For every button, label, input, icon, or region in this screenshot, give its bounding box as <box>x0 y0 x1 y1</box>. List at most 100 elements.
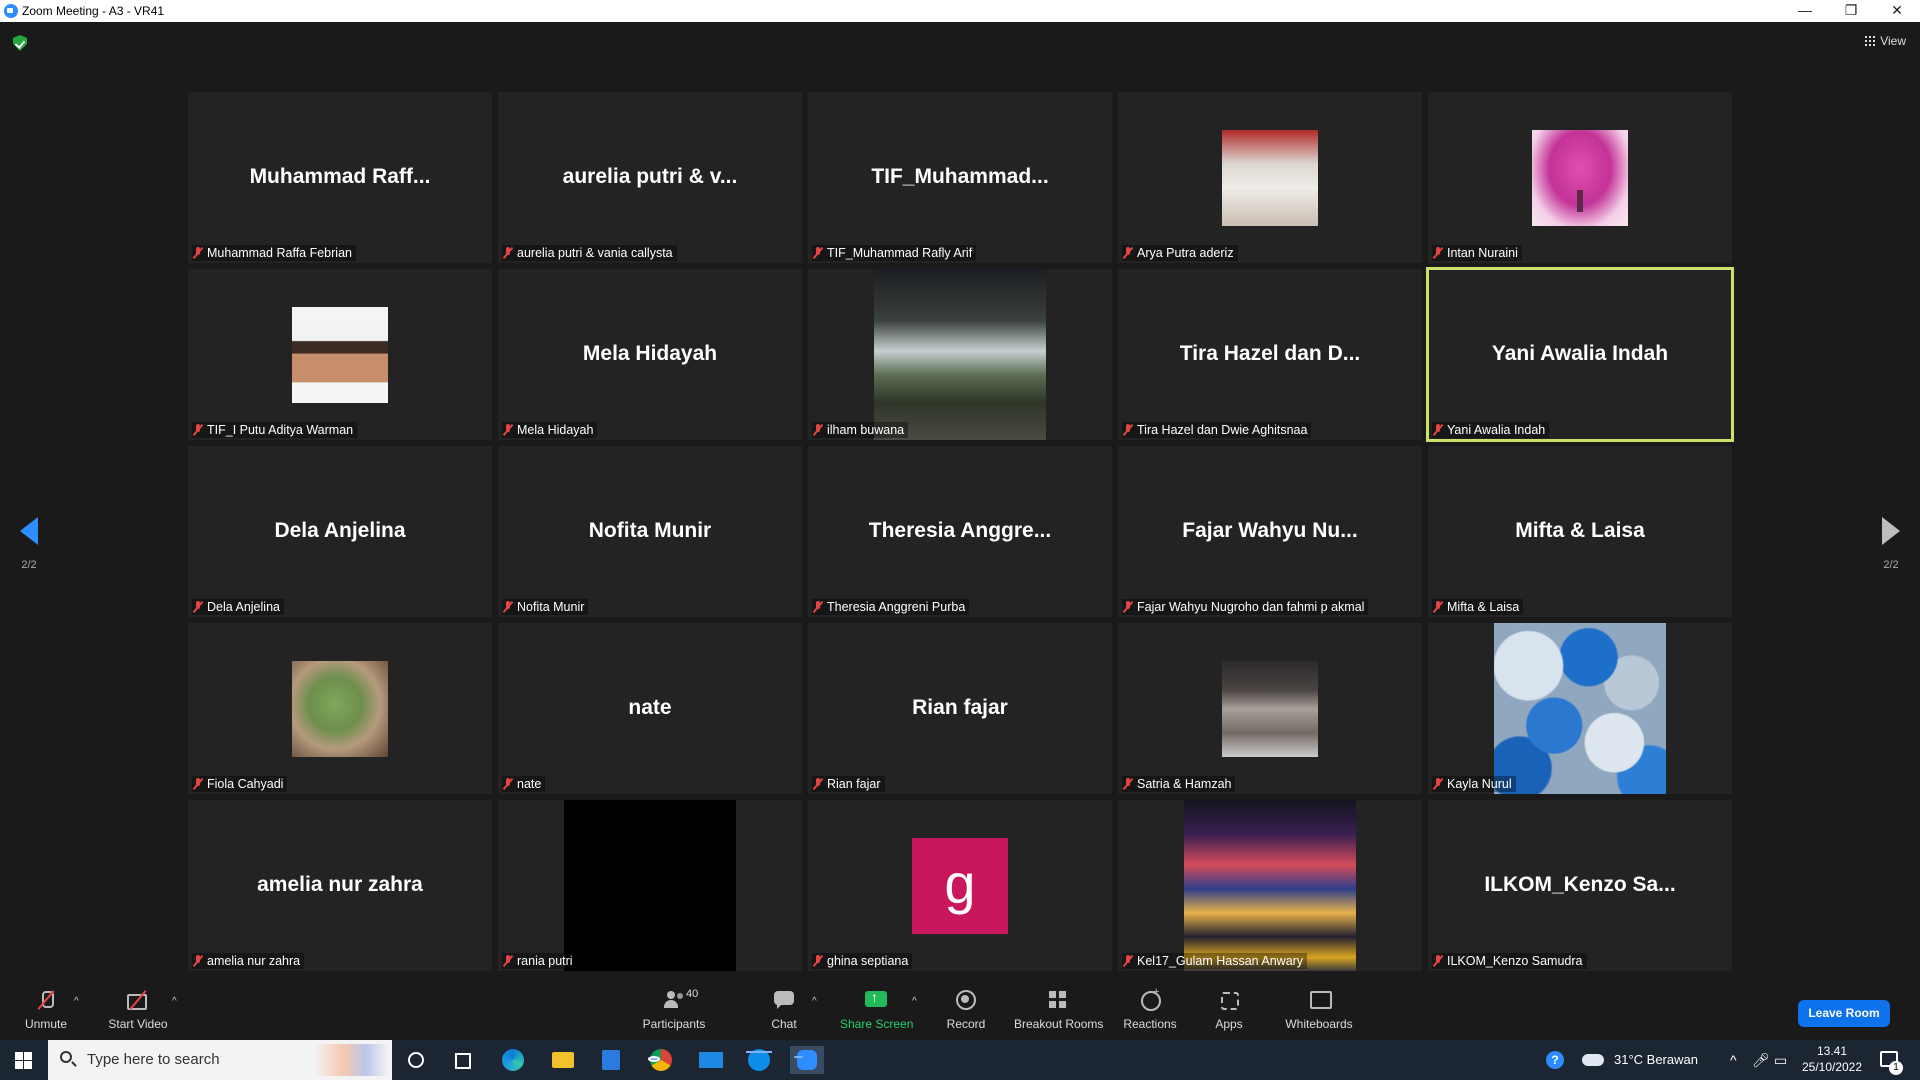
help-icon[interactable]: ? <box>1546 1051 1564 1069</box>
participant-display-name: ILKOM_Kenzo Sa... <box>1484 873 1676 896</box>
participant-tile[interactable]: Muhammad Raff... Muhammad Raffa Febrian <box>188 92 492 263</box>
next-page-button[interactable]: 2/2 <box>1871 517 1911 571</box>
participant-name-label: amelia nur zahra <box>192 953 305 969</box>
participant-tile[interactable]: Fajar Wahyu Nu... Fajar Wahyu Nugroho dan… <box>1118 446 1422 617</box>
share-screen-icon <box>864 989 888 1010</box>
participant-tile[interactable]: Kayla Nurul <box>1428 623 1732 794</box>
participant-tile[interactable]: Tira Hazel dan D... Tira Hazel dan Dwie A… <box>1118 269 1422 440</box>
apps-button[interactable]: Apps <box>1214 990 1244 1031</box>
apps-icon <box>1217 990 1241 1010</box>
breakout-rooms-button[interactable]: Breakout Rooms <box>1014 990 1103 1031</box>
leave-room-button[interactable]: Leave Room <box>1798 1000 1890 1027</box>
mail-icon[interactable] <box>694 1046 728 1074</box>
maximize-button[interactable]: ❐ <box>1828 0 1874 22</box>
record-button[interactable]: Record <box>944 990 988 1031</box>
mic-muted-icon <box>1123 778 1133 790</box>
video-off-icon <box>126 990 150 1010</box>
participant-tile[interactable]: TIF_I Putu Aditya Warman <box>188 269 492 440</box>
participant-tile[interactable]: TIF_Muhammad... TIF_Muhammad Rafly Arif <box>808 92 1112 263</box>
participant-tile[interactable]: rania putri <box>498 800 802 971</box>
minimize-button[interactable]: — <box>1782 0 1828 22</box>
meeting-toolbar: Unmute ^ Start Video ^ 40 Participants C… <box>0 982 1920 1040</box>
arrow-left-icon <box>20 517 38 545</box>
security-shield-icon[interactable] <box>13 35 27 51</box>
chat-icon <box>772 990 796 1010</box>
participant-tile[interactable]: Nofita Munir Nofita Munir <box>498 446 802 617</box>
meeting-area: View 2/2 2/2 Muhammad Raff... Muhammad Ra… <box>0 22 1920 982</box>
participant-tile[interactable]: nate nate <box>498 623 802 794</box>
previous-page-button[interactable]: 2/2 <box>9 517 49 571</box>
microphone-tray-icon[interactable]: 🎤︎ <box>1752 1040 1770 1080</box>
store-icon[interactable] <box>594 1046 628 1074</box>
chat-button[interactable]: Chat <box>770 990 798 1031</box>
participant-name: ILKOM_Kenzo Samudra <box>1447 954 1583 968</box>
participant-name-label: ILKOM_Kenzo Samudra <box>1432 953 1587 969</box>
participant-name-label: nate <box>502 776 546 792</box>
weather-text[interactable]: 31°C Berawan <box>1614 1040 1698 1080</box>
participant-tile[interactable]: Mifta & Laisa Mifta & Laisa <box>1428 446 1732 617</box>
participant-name: Intan Nuraini <box>1447 246 1518 260</box>
participant-name: Dela Anjelina <box>207 600 280 614</box>
network-tray-icon[interactable]: ▭ <box>1774 1040 1787 1080</box>
participant-display-name: aurelia putri & v... <box>562 165 738 188</box>
teamviewer-icon[interactable] <box>742 1046 776 1074</box>
mic-muted-icon <box>193 247 203 259</box>
participant-tile[interactable]: Arya Putra aderiz <box>1118 92 1422 263</box>
participant-tile[interactable]: amelia nur zahra amelia nur zahra <box>188 800 492 971</box>
participant-tile[interactable]: Theresia Anggre... Theresia Anggreni Purb… <box>808 446 1112 617</box>
share-options-caret[interactable]: ^ <box>912 996 917 1007</box>
share-screen-button[interactable]: Share Screen <box>840 989 913 1031</box>
participant-tile[interactable]: ILKOM_Kenzo Sa... ILKOM_Kenzo Samudra <box>1428 800 1732 971</box>
taskbar-clock[interactable]: 13.41 25/10/2022 <box>1800 1043 1864 1075</box>
participant-tile[interactable]: ilham buwana <box>808 269 1112 440</box>
arrow-right-icon <box>1882 517 1900 545</box>
whiteboards-button[interactable]: Whiteboards <box>1284 990 1354 1031</box>
participant-tile[interactable]: Mela Hidayah Mela Hidayah <box>498 269 802 440</box>
view-button[interactable]: View <box>1865 34 1906 48</box>
mic-muted-icon <box>1123 424 1133 436</box>
grid-view-icon <box>1865 36 1876 46</box>
mic-muted-icon <box>1433 424 1443 436</box>
participant-tile[interactable]: Dela Anjelina Dela Anjelina <box>188 446 492 617</box>
video-options-caret[interactable]: ^ <box>172 996 177 1007</box>
whiteboards-label: Whiteboards <box>1285 1017 1353 1031</box>
participant-tile[interactable]: Kel17_Gulam Hassan Anwary <box>1118 800 1422 971</box>
participant-name-label: ilham buwana <box>812 422 909 438</box>
start-video-label: Start Video <box>108 1017 168 1031</box>
mic-muted-icon <box>813 601 823 613</box>
taskbar-search-box[interactable]: Type here to search <box>48 1040 392 1080</box>
start-video-button[interactable]: Start Video <box>106 990 170 1031</box>
tray-overflow-chevron[interactable]: ^ <box>1730 1040 1737 1080</box>
mic-muted-icon <box>193 778 203 790</box>
participant-name: Tira Hazel dan Dwie Aghitsnaa <box>1137 423 1308 437</box>
participant-video <box>1494 623 1666 794</box>
participant-tile[interactable]: g ghina septiana <box>808 800 1112 971</box>
close-button[interactable]: ✕ <box>1874 0 1920 22</box>
participant-tile[interactable]: Intan Nuraini <box>1428 92 1732 263</box>
participant-tile[interactable]: Yani Awalia Indah Yani Awalia Indah <box>1426 267 1734 442</box>
view-label: View <box>1880 34 1906 48</box>
chat-options-caret[interactable]: ^ <box>812 996 817 1007</box>
unmute-button[interactable]: Unmute <box>22 990 70 1031</box>
audio-options-caret[interactable]: ^ <box>74 996 79 1007</box>
chrome-icon[interactable] <box>644 1046 678 1074</box>
task-view-icon[interactable] <box>446 1046 480 1074</box>
participants-button[interactable]: 40 Participants <box>640 988 708 1031</box>
reactions-button[interactable]: Reactions <box>1122 986 1178 1031</box>
participant-tile[interactable]: Fiola Cahyadi <box>188 623 492 794</box>
cortana-icon[interactable] <box>408 1052 424 1068</box>
zoom-icon[interactable] <box>790 1046 824 1074</box>
edge-icon[interactable] <box>496 1046 530 1074</box>
participant-tile[interactable]: Satria & Hamzah <box>1118 623 1422 794</box>
participant-tile[interactable]: aurelia putri & v... aurelia putri & vani… <box>498 92 802 263</box>
participant-video <box>292 661 388 757</box>
record-label: Record <box>946 1017 986 1031</box>
participant-name-label: Yani Awalia Indah <box>1432 422 1550 438</box>
mic-muted-icon <box>1123 247 1133 259</box>
windows-start-icon[interactable] <box>15 1052 32 1069</box>
initial-avatar: g <box>912 838 1008 934</box>
participant-tile[interactable]: Rian fajar Rian fajar <box>808 623 1112 794</box>
participant-name: ghina septiana <box>827 954 909 968</box>
file-explorer-icon[interactable] <box>546 1046 580 1074</box>
breakout-rooms-icon <box>1046 990 1070 1010</box>
